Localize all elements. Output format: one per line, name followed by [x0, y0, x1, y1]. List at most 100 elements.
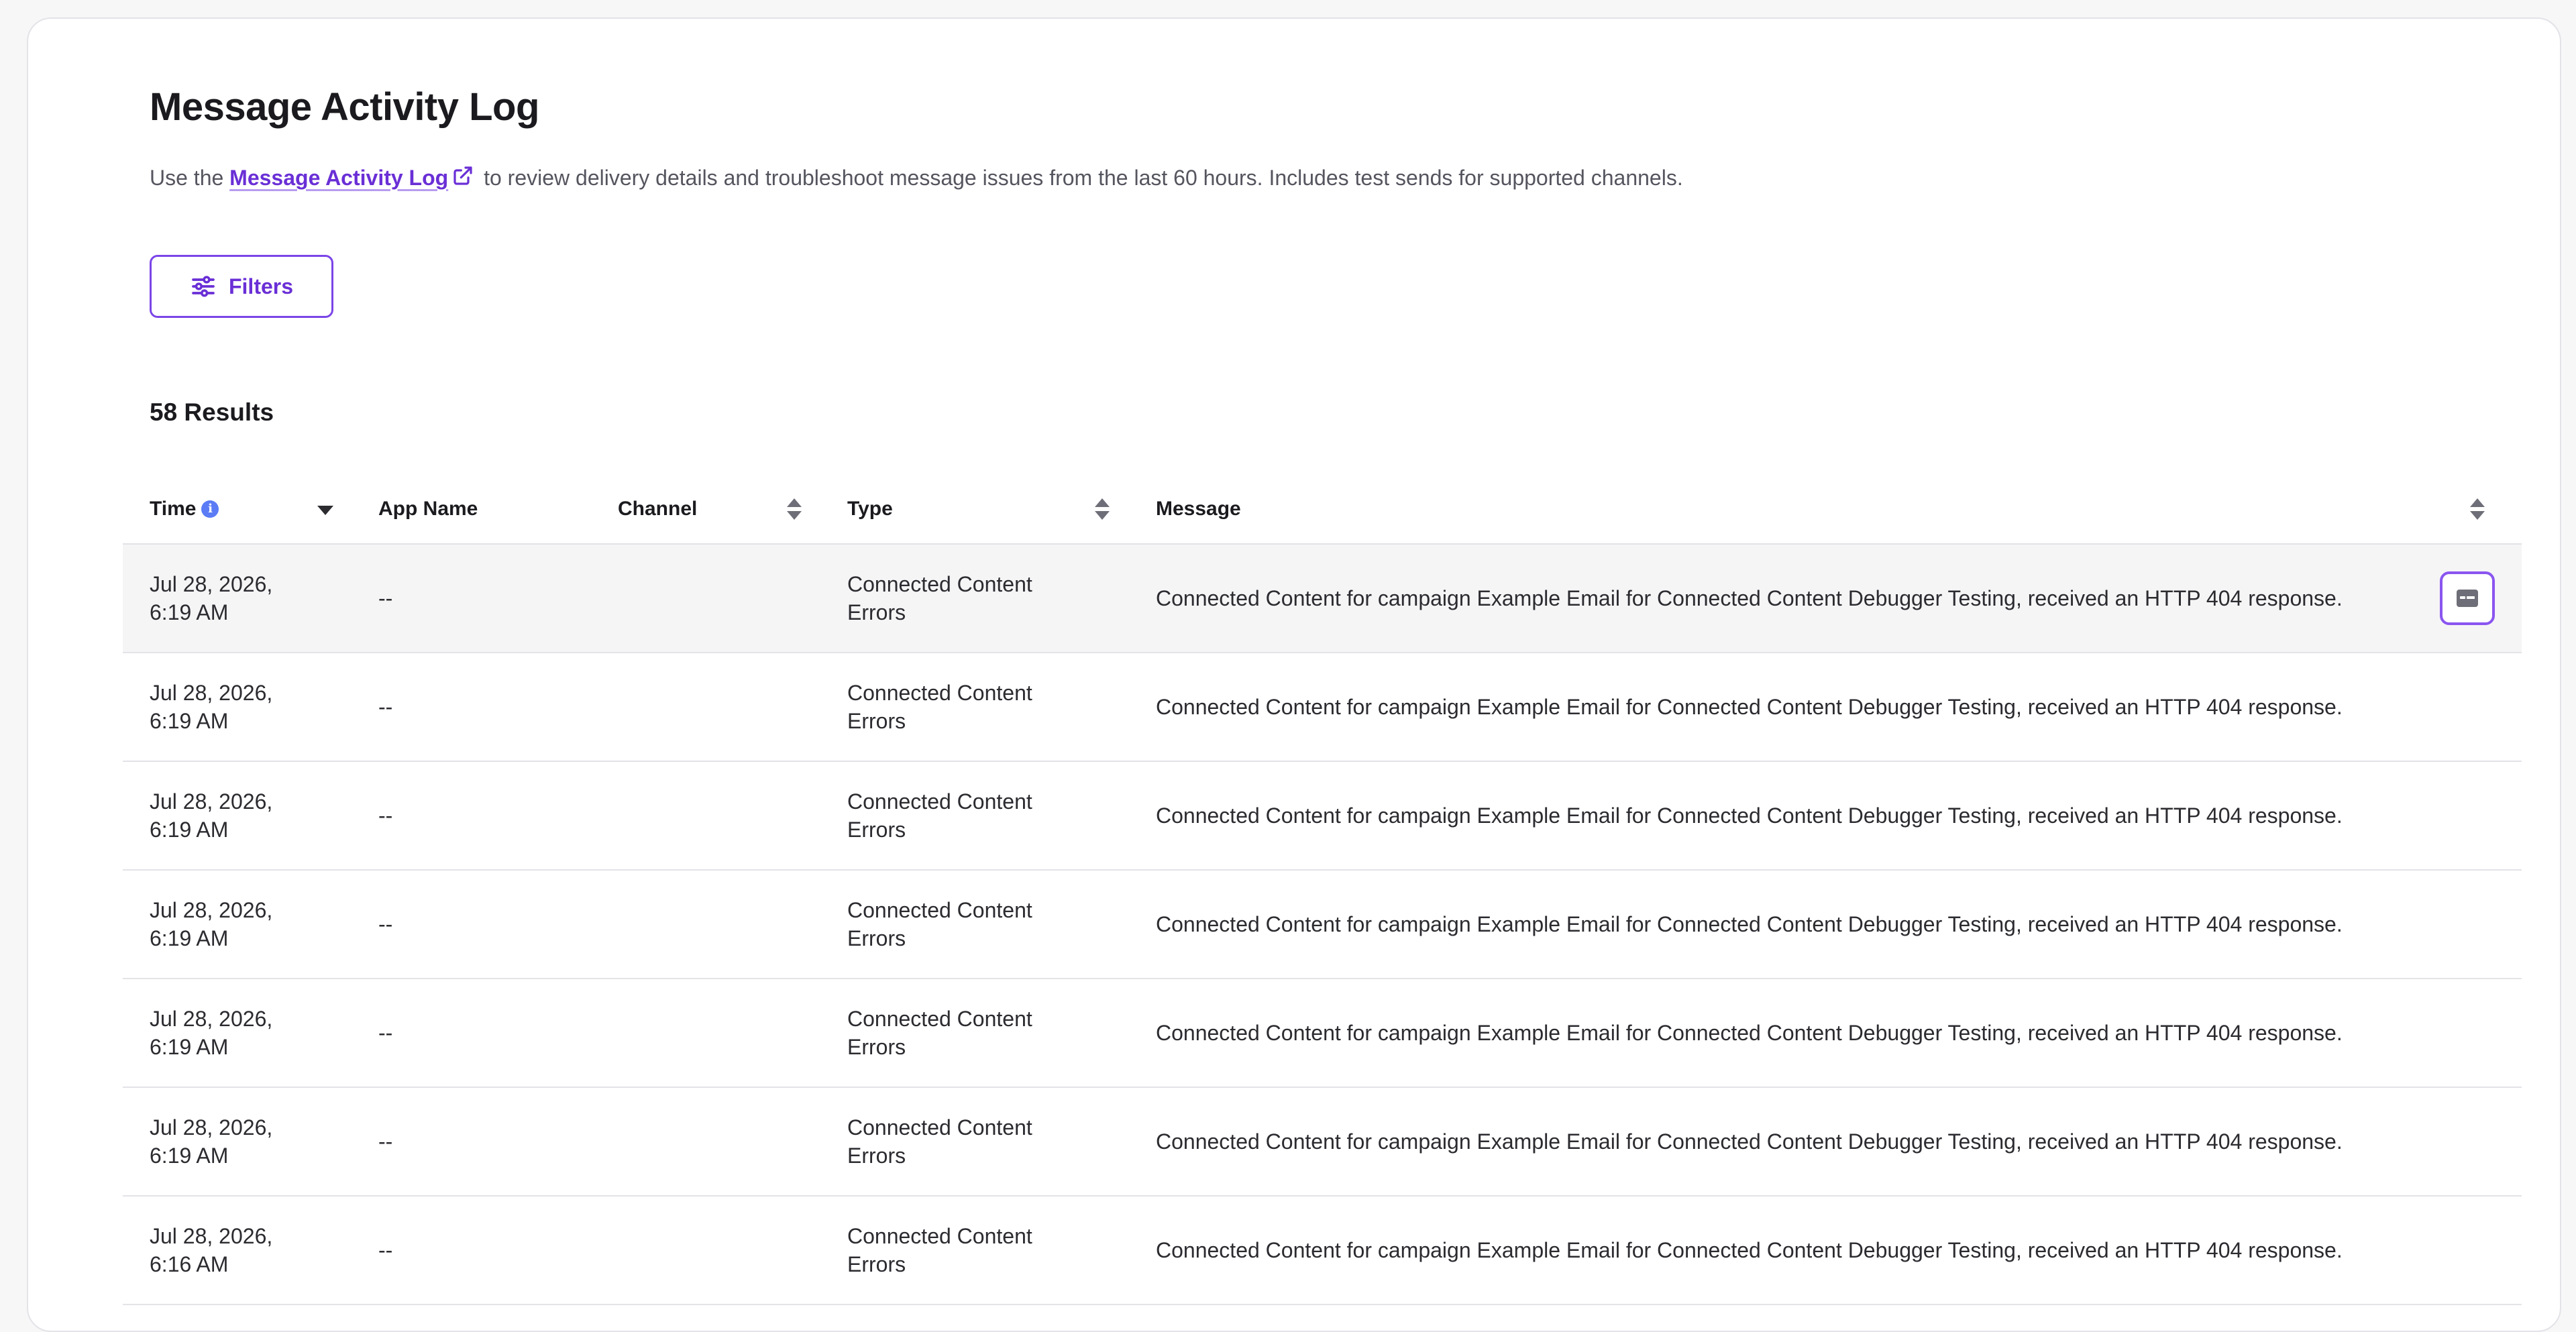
column-header-message[interactable]: Message [1156, 475, 1241, 543]
cell-time: Jul 28, 2026, 6:19 AM [150, 545, 324, 652]
type-line: Errors [847, 1035, 906, 1059]
table-row[interactable]: Jul 28, 2026, 6:19 AM -- Connected Conten… [123, 1088, 2522, 1197]
type-line: Connected Content [847, 572, 1032, 596]
main-card: Message Activity Log Use the Message Act… [27, 17, 2561, 1332]
table-row[interactable]: Jul 28, 2026, 6:19 AM -- Connected Conten… [123, 762, 2522, 871]
cell-type: Connected Content Errors [847, 1088, 1089, 1195]
activity-table: Time i App Name Channel Type Message Jul… [123, 475, 2522, 1305]
time-clock: 6:16 AM [150, 1252, 229, 1276]
cell-message: Connected Content for campaign Example E… [1156, 1238, 2343, 1262]
view-details-icon [2457, 590, 2478, 607]
time-date: Jul 28, 2026, [150, 898, 273, 922]
cell-app-name: -- [378, 912, 393, 936]
cell-type: Connected Content Errors [847, 871, 1089, 978]
type-line: Errors [847, 926, 906, 950]
cell-type: Connected Content Errors [847, 762, 1089, 869]
cell-app-name: -- [378, 1129, 393, 1154]
sort-descending-icon[interactable] [316, 475, 335, 543]
table-row[interactable]: Jul 28, 2026, 6:19 AM -- Connected Conten… [123, 871, 2522, 979]
cell-time: Jul 28, 2026, 6:19 AM [150, 653, 324, 761]
cell-message: Connected Content for campaign Example E… [1156, 1129, 2343, 1154]
time-clock: 6:19 AM [150, 709, 229, 733]
cell-time: Jul 28, 2026, 6:19 AM [150, 871, 324, 978]
description-suffix: to review delivery details and troublesh… [484, 166, 1683, 190]
column-header-type-label: Type [847, 498, 893, 520]
type-line: Errors [847, 709, 906, 733]
cell-channel [618, 979, 819, 1087]
type-line: Connected Content [847, 681, 1032, 705]
cell-time: Jul 28, 2026, 6:19 AM [150, 979, 324, 1087]
column-header-app-name[interactable]: App Name [378, 475, 478, 543]
type-line: Errors [847, 818, 906, 842]
sort-icon[interactable] [786, 475, 803, 543]
cell-app-name: -- [378, 1238, 393, 1262]
time-date: Jul 28, 2026, [150, 1115, 273, 1140]
time-date: Jul 28, 2026, [150, 681, 273, 705]
cell-channel [618, 1088, 819, 1195]
cell-type: Connected Content Errors [847, 979, 1089, 1087]
type-line: Errors [847, 600, 906, 624]
type-line: Errors [847, 1144, 906, 1168]
cell-channel [618, 653, 819, 761]
time-date: Jul 28, 2026, [150, 1224, 273, 1248]
time-date: Jul 28, 2026, [150, 1007, 273, 1031]
cell-message: Connected Content for campaign Example E… [1156, 695, 2343, 719]
column-header-app-name-label: App Name [378, 498, 478, 520]
time-clock: 6:19 AM [150, 1144, 229, 1168]
page-title: Message Activity Log [150, 85, 539, 129]
cell-message: Connected Content for campaign Example E… [1156, 586, 2343, 610]
type-line: Errors [847, 1252, 906, 1276]
time-date: Jul 28, 2026, [150, 572, 273, 596]
table-row[interactable]: Jul 28, 2026, 6:16 AM -- Connected Conten… [123, 1197, 2522, 1305]
page-description: Use the Message Activity Log to review d… [150, 165, 1683, 190]
cell-message: Connected Content for campaign Example E… [1156, 1021, 2343, 1045]
cell-time: Jul 28, 2026, 6:19 AM [150, 1088, 324, 1195]
cell-time: Jul 28, 2026, 6:19 AM [150, 762, 324, 869]
type-line: Connected Content [847, 1224, 1032, 1248]
time-clock: 6:19 AM [150, 1035, 229, 1059]
type-line: Connected Content [847, 898, 1032, 922]
type-line: Connected Content [847, 1007, 1032, 1031]
cell-time: Jul 28, 2026, 6:16 AM [150, 1197, 324, 1304]
column-header-message-label: Message [1156, 498, 1241, 520]
filters-button-label: Filters [228, 274, 294, 298]
column-header-channel-label: Channel [618, 498, 698, 520]
table-row[interactable]: Jul 28, 2026, 6:19 AM -- Connected Conten… [123, 979, 2522, 1088]
time-date: Jul 28, 2026, [150, 789, 273, 814]
column-header-channel[interactable]: Channel [618, 475, 697, 543]
cell-channel [618, 871, 819, 978]
message-activity-log-link[interactable]: Message Activity Log [229, 166, 448, 190]
table-header: Time i App Name Channel Type Message [123, 475, 2522, 545]
cell-type: Connected Content Errors [847, 545, 1089, 652]
column-header-time[interactable]: Time i [150, 475, 219, 543]
cell-app-name: -- [378, 695, 393, 719]
cell-type: Connected Content Errors [847, 1197, 1089, 1304]
time-clock: 6:19 AM [150, 926, 229, 950]
filters-button[interactable]: Filters [150, 255, 333, 318]
time-clock: 6:19 AM [150, 818, 229, 842]
sliders-icon [192, 276, 215, 297]
column-header-time-label: Time [150, 498, 197, 520]
cell-message: Connected Content for campaign Example E… [1156, 803, 2343, 828]
view-details-button[interactable] [2440, 571, 2495, 625]
sort-icon[interactable] [2469, 475, 2486, 543]
info-icon[interactable]: i [201, 500, 219, 518]
results-count: 58 Results [150, 398, 274, 426]
cell-app-name: -- [378, 803, 393, 828]
cell-channel [618, 1197, 819, 1304]
external-link-icon[interactable] [452, 165, 474, 186]
cell-channel [618, 762, 819, 869]
cell-type: Connected Content Errors [847, 653, 1089, 761]
cell-message: Connected Content for campaign Example E… [1156, 912, 2343, 936]
cell-app-name: -- [378, 586, 393, 610]
cell-channel [618, 545, 819, 652]
column-header-type[interactable]: Type [847, 475, 893, 543]
time-clock: 6:19 AM [150, 600, 229, 624]
table-row[interactable]: Jul 28, 2026, 6:19 AM -- Connected Conten… [123, 653, 2522, 762]
table-row[interactable]: Jul 28, 2026, 6:19 AM -- Connected Conten… [123, 545, 2522, 653]
type-line: Connected Content [847, 1115, 1032, 1140]
table-body: Jul 28, 2026, 6:19 AM -- Connected Conten… [123, 545, 2522, 1305]
description-prefix: Use the [150, 166, 224, 190]
cell-app-name: -- [378, 1021, 393, 1045]
sort-icon[interactable] [1093, 475, 1111, 543]
